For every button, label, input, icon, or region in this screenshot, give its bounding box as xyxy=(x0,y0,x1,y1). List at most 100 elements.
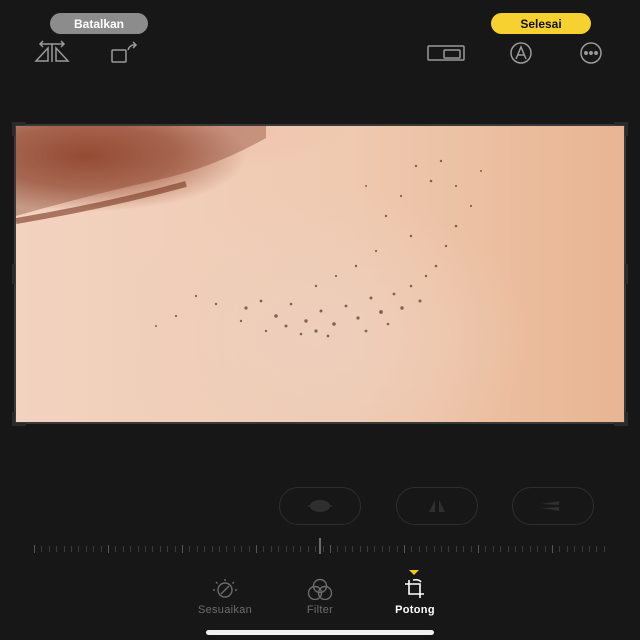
dial-tick xyxy=(455,546,457,552)
dial-tick xyxy=(63,546,65,552)
dial-tick xyxy=(352,546,354,552)
crop-rotate-icon xyxy=(405,578,424,598)
dial-tick xyxy=(93,546,95,552)
more-options-icon[interactable] xyxy=(571,40,611,66)
dial-tick xyxy=(492,546,494,552)
flip-horizontal-icon[interactable] xyxy=(32,40,72,66)
dial-tick xyxy=(100,546,102,552)
dial-tick xyxy=(174,546,176,552)
crop-corner-handle[interactable] xyxy=(614,122,628,136)
dial-tick xyxy=(544,546,546,552)
dial-tick xyxy=(396,546,398,552)
tab-crop[interactable]: Potong xyxy=(384,578,446,616)
dial-tick xyxy=(418,546,420,552)
crop-area[interactable] xyxy=(12,122,628,426)
crop-edge-handle[interactable] xyxy=(12,264,15,284)
dial-tick xyxy=(293,546,294,552)
dial-tick xyxy=(196,546,198,552)
dial-tick xyxy=(566,546,568,552)
dial-tick xyxy=(130,546,132,552)
dial-tick xyxy=(56,546,58,552)
markup-pen-icon[interactable] xyxy=(501,40,541,66)
dial-tick xyxy=(441,546,442,552)
straighten-button[interactable] xyxy=(279,487,361,525)
dial-center-marker xyxy=(319,538,321,554)
dial-tick xyxy=(263,546,265,552)
dial-tick xyxy=(256,545,257,553)
dial-tick xyxy=(522,546,524,552)
dial-tick xyxy=(145,546,146,552)
dial-tick xyxy=(552,545,553,553)
aspect-ratio-icon[interactable] xyxy=(426,40,466,66)
dial-tick xyxy=(285,546,287,552)
dial-tick xyxy=(374,546,376,552)
dial-tick xyxy=(108,545,109,553)
crop-edge-handle[interactable] xyxy=(625,264,628,284)
dial-tick xyxy=(589,546,590,552)
dial-tick xyxy=(603,546,605,552)
dial-tick xyxy=(367,546,368,552)
dial-tick xyxy=(404,545,405,553)
dial-tick xyxy=(300,546,302,552)
tab-label: Filter xyxy=(306,604,334,616)
dial-tick xyxy=(278,546,280,552)
dial-tick xyxy=(226,546,228,552)
dial-tick xyxy=(122,546,124,552)
dial-tick xyxy=(307,546,309,552)
dial-tick xyxy=(78,546,80,552)
dial-tick xyxy=(159,546,161,552)
adjust-dial-icon xyxy=(213,579,237,598)
dial-tick xyxy=(426,546,428,552)
dial-tick xyxy=(411,546,413,552)
dial-tick xyxy=(248,546,250,552)
dial-tick xyxy=(322,546,324,552)
dial-tick xyxy=(233,546,235,552)
dial-tick xyxy=(559,546,561,552)
active-tab-indicator xyxy=(409,570,419,575)
filter-circles-icon xyxy=(307,578,333,600)
done-button[interactable]: Selesai xyxy=(491,13,591,34)
dial-tick xyxy=(270,546,272,552)
rotate-icon[interactable] xyxy=(106,40,146,66)
skin-texture xyxy=(16,126,482,338)
tab-filter[interactable]: Filter xyxy=(290,578,350,616)
dial-tick xyxy=(485,546,487,552)
dial-tick xyxy=(167,546,169,552)
dial-tick xyxy=(241,546,243,552)
dial-tick xyxy=(359,546,361,552)
straighten-icon xyxy=(308,500,332,512)
cancel-button[interactable]: Batalkan xyxy=(50,13,148,34)
dial-tick xyxy=(211,546,213,552)
crop-corner-handle[interactable] xyxy=(12,412,26,426)
crop-corner-handle[interactable] xyxy=(12,122,26,136)
dial-tick xyxy=(500,546,502,552)
crop-corner-handle[interactable] xyxy=(614,412,628,426)
dial-tick xyxy=(48,546,50,552)
dial-tick xyxy=(337,546,339,552)
vertical-perspective-icon xyxy=(429,500,445,512)
dial-tick xyxy=(581,546,583,552)
dial-tick xyxy=(529,546,531,552)
horizontal-perspective-button[interactable] xyxy=(512,487,594,525)
photo xyxy=(16,126,624,422)
tab-label: Sesuaikan xyxy=(197,604,253,616)
dial-tick xyxy=(115,546,117,552)
dial-tick xyxy=(470,546,472,552)
dial-tick xyxy=(71,546,72,552)
dial-tick xyxy=(330,545,331,553)
dial-tick xyxy=(189,546,191,552)
vertical-perspective-button[interactable] xyxy=(396,487,478,525)
dial-tick xyxy=(381,546,383,552)
dial-tick xyxy=(85,546,87,552)
rotation-dial[interactable] xyxy=(0,538,640,558)
home-indicator xyxy=(206,630,434,635)
dial-tick xyxy=(315,546,317,552)
dial-tick xyxy=(507,546,509,552)
dial-tick xyxy=(182,545,183,553)
tab-adjust[interactable]: Sesuaikan xyxy=(184,578,266,616)
horizontal-perspective-icon xyxy=(541,501,559,511)
dial-tick xyxy=(219,546,220,552)
dial-tick xyxy=(463,546,465,552)
dial-tick xyxy=(204,546,206,552)
tab-label: Potong xyxy=(395,604,435,616)
